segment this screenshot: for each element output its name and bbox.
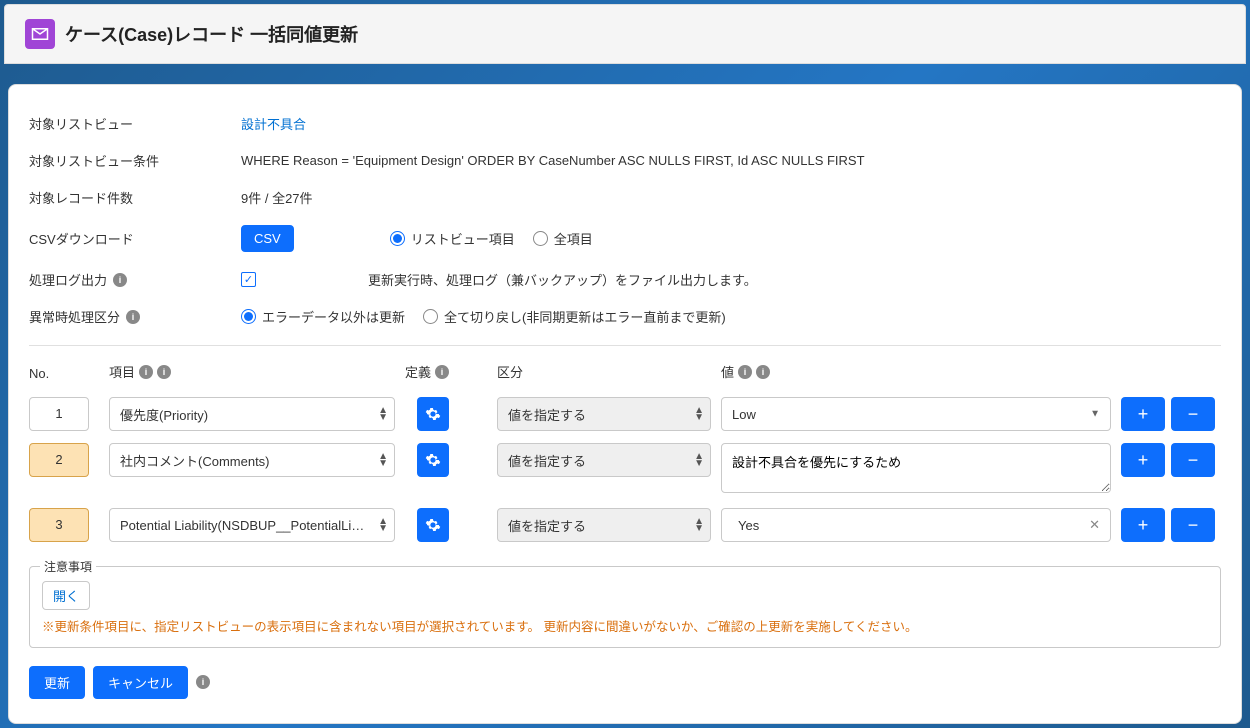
row-listview: 対象リストビュー 設計不具合 (29, 105, 1221, 142)
chevron-updown-icon: ▲▼ (378, 407, 388, 421)
type-select[interactable]: 値を指定する ▲▼ (497, 397, 711, 431)
cancel-button[interactable]: キャンセル (93, 666, 188, 699)
table-row: 2 社内コメント(Comments) ▲▼ 値を指定する ▲▼ +− (29, 437, 1221, 502)
row-err: 異常時処理区分 i エラーデータ以外は更新 全て切り戻し(非同期更新はエラー直前… (29, 298, 1221, 335)
hdr-type: 区分 (497, 362, 711, 381)
label-csv: CSVダウンロード (29, 229, 241, 248)
radio-err-continue[interactable]: エラーデータ以外は更新 (241, 307, 405, 326)
log-desc: 更新実行時、処理ログ（兼バックアップ）をファイル出力します。 (368, 270, 757, 289)
value-textarea[interactable] (721, 443, 1111, 493)
type-select-text: 値を指定する (508, 405, 586, 424)
chevron-updown-icon: ▲▼ (694, 453, 704, 467)
hdr-field: 項目 (109, 362, 135, 381)
remove-row-button[interactable]: − (1171, 508, 1215, 542)
value-text: Low (732, 407, 756, 422)
field-select-text: 優先度(Priority) (120, 405, 208, 424)
type-select[interactable]: 値を指定する ▲▼ (497, 508, 711, 542)
value-text: Yes (738, 518, 759, 533)
gear-button[interactable] (417, 397, 449, 431)
field-select-text: 社内コメント(Comments) (120, 451, 270, 470)
page-header: ケース(Case)レコード 一括同値更新 (4, 4, 1246, 64)
add-row-button[interactable]: + (1121, 508, 1165, 542)
radio-label: エラーデータ以外は更新 (262, 307, 405, 326)
help-icon[interactable]: i (435, 365, 449, 379)
row-count: 対象レコード件数 9件 / 全27件 (29, 179, 1221, 216)
clear-icon[interactable]: ✕ (1089, 517, 1100, 533)
chevron-updown-icon: ▲▼ (694, 518, 704, 532)
notice-text: ※更新条件項目に、指定リストビューの表示項目に含まれない項目が選択されています。… (42, 618, 1208, 637)
remove-row-button[interactable]: − (1171, 397, 1215, 431)
page-title: ケース(Case)レコード 一括同値更新 (65, 21, 358, 47)
chevron-down-icon: ▼ (1090, 409, 1100, 420)
label-err: 異常時処理区分 (29, 307, 120, 326)
value-count: 9件 / 全27件 (241, 188, 1221, 207)
help-icon[interactable]: i (157, 365, 171, 379)
type-select-text: 値を指定する (508, 516, 586, 535)
label-count: 対象レコード件数 (29, 188, 241, 207)
chevron-updown-icon: ▲▼ (694, 407, 704, 421)
label-log: 処理ログ出力 (29, 270, 107, 289)
notice-box: 注意事項 開く ※更新条件項目に、指定リストビューの表示項目に含まれない項目が選… (29, 566, 1221, 648)
grid-header: No. 項目 i i 定義 i 区分 値 i i (29, 356, 1221, 391)
row-condition: 対象リストビュー条件 WHERE Reason = 'Equipment Des… (29, 142, 1221, 179)
field-select-text: Potential Liability(NSDBUP__PotentialLia… (120, 518, 370, 533)
action-row: 更新 キャンセル i (29, 666, 1221, 699)
remove-row-button[interactable]: − (1171, 443, 1215, 477)
table-row: 1 優先度(Priority) ▲▼ 値を指定する ▲▼ Low ▼ +− (29, 391, 1221, 437)
main-panel: 対象リストビュー 設計不具合 対象リストビュー条件 WHERE Reason =… (8, 84, 1242, 724)
field-select[interactable]: 優先度(Priority) ▲▼ (109, 397, 395, 431)
hdr-def: 定義 (405, 362, 431, 381)
add-row-button[interactable]: + (1121, 443, 1165, 477)
hdr-no: No. (29, 366, 99, 381)
radio-label: 全項目 (554, 229, 593, 248)
label-condition: 対象リストビュー条件 (29, 151, 241, 170)
value-condition: WHERE Reason = 'Equipment Design' ORDER … (241, 153, 1221, 168)
row-log: 処理ログ出力 i ✓ 更新実行時、処理ログ（兼バックアップ）をファイル出力します… (29, 261, 1221, 298)
link-listview-value[interactable]: 設計不具合 (241, 114, 306, 133)
csv-button[interactable]: CSV (241, 225, 294, 252)
row-number: 2 (29, 443, 89, 477)
row-number: 1 (29, 397, 89, 431)
field-select[interactable]: Potential Liability(NSDBUP__PotentialLia… (109, 508, 395, 542)
type-select[interactable]: 値を指定する ▲▼ (497, 443, 711, 477)
update-button[interactable]: 更新 (29, 666, 85, 699)
notice-open-button[interactable]: 開く (42, 581, 90, 610)
checkbox-log[interactable]: ✓ (241, 272, 256, 287)
row-number: 3 (29, 508, 89, 542)
help-icon[interactable]: i (126, 310, 140, 324)
envelope-icon (25, 19, 55, 49)
radio-err-rollback[interactable]: 全て切り戻し(非同期更新はエラー直前まで更新) (423, 307, 726, 326)
help-icon[interactable]: i (139, 365, 153, 379)
help-icon[interactable]: i (196, 675, 210, 689)
label-listview: 対象リストビュー (29, 114, 241, 133)
value-dropdown[interactable]: Low ▼ (721, 397, 1111, 431)
radio-icon (423, 309, 438, 324)
notice-legend: 注意事項 (40, 558, 96, 575)
radio-label: 全て切り戻し(非同期更新はエラー直前まで更新) (444, 307, 726, 326)
help-icon[interactable]: i (738, 365, 752, 379)
gear-button[interactable] (417, 508, 449, 542)
row-csv: CSVダウンロード CSV リストビュー項目 全項目 (29, 216, 1221, 261)
value-input[interactable]: Yes ✕ (721, 508, 1111, 542)
add-row-button[interactable]: + (1121, 397, 1165, 431)
radio-icon (390, 231, 405, 246)
table-row: 3 Potential Liability(NSDBUP__PotentialLi… (29, 502, 1221, 548)
radio-label: リストビュー項目 (411, 229, 515, 248)
chevron-updown-icon: ▲▼ (378, 518, 388, 532)
gear-button[interactable] (417, 443, 449, 477)
radio-csv-all[interactable]: 全項目 (533, 229, 593, 248)
hdr-value: 値 (721, 362, 734, 381)
field-select[interactable]: 社内コメント(Comments) ▲▼ (109, 443, 395, 477)
radio-icon (241, 309, 256, 324)
type-select-text: 値を指定する (508, 451, 586, 470)
radio-csv-listview[interactable]: リストビュー項目 (390, 229, 515, 248)
help-icon[interactable]: i (756, 365, 770, 379)
help-icon[interactable]: i (113, 273, 127, 287)
chevron-updown-icon: ▲▼ (378, 453, 388, 467)
radio-icon (533, 231, 548, 246)
